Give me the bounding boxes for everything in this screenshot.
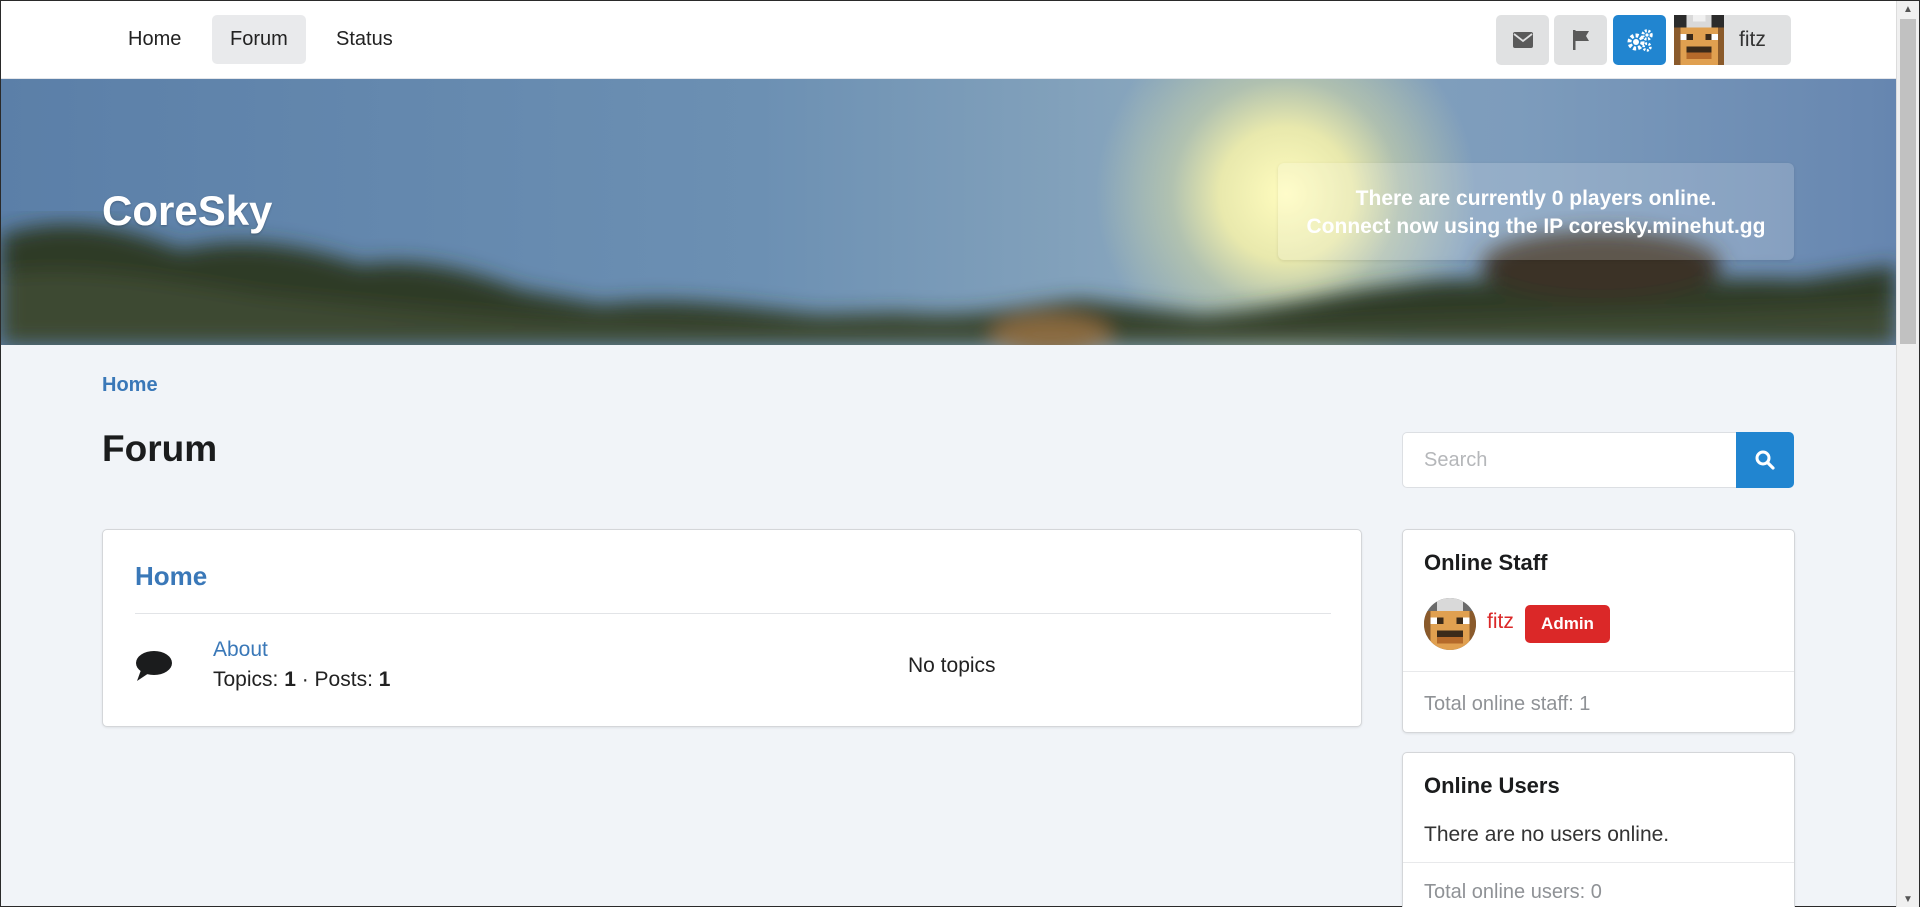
divider xyxy=(1403,671,1794,672)
subforum-link-about[interactable]: About xyxy=(213,638,268,662)
staff-total-text: Total online staff: 1 xyxy=(1424,693,1591,715)
site-title: CoreSky xyxy=(102,187,273,234)
latest-topic-text: No topics xyxy=(908,654,996,677)
breadcrumb-home-link[interactable]: Home xyxy=(102,374,158,397)
online-staff-card: Online Staff fitz Admin Total online sta… xyxy=(1402,529,1795,733)
online-users-card: Online Users There are no users online. … xyxy=(1402,752,1795,907)
posts-count: 1 xyxy=(378,668,391,691)
nav-forum-link[interactable]: Forum xyxy=(212,15,306,64)
user-name: fitz xyxy=(1739,28,1766,51)
cogs-icon xyxy=(1627,29,1653,52)
search-input[interactable] xyxy=(1402,432,1736,488)
nav-home-link[interactable]: Home xyxy=(110,15,199,64)
posts-label: · Posts: xyxy=(295,668,379,691)
online-users-title: Online Users xyxy=(1424,773,1560,798)
server-status-box: There are currently 0 players online. Co… xyxy=(1278,163,1794,260)
envelope-icon xyxy=(1512,32,1533,48)
topics-count: 1 xyxy=(284,668,296,691)
category-title-link[interactable]: Home xyxy=(135,561,207,592)
scroll-up-arrow-icon[interactable]: ▲ xyxy=(1897,1,1919,18)
staff-name-link[interactable]: fitz xyxy=(1487,610,1514,634)
user-avatar xyxy=(1674,15,1724,65)
flag-icon xyxy=(1572,30,1589,50)
subforum-stats: Topics: 1 · Posts: 1 xyxy=(213,668,390,692)
panel-settings-button[interactable] xyxy=(1613,15,1666,65)
comment-icon xyxy=(136,651,172,681)
top-navbar: Home Forum Status xyxy=(1,1,1896,79)
scroll-down-arrow-icon[interactable]: ▼ xyxy=(1897,891,1919,907)
nav-status-link[interactable]: Status xyxy=(318,15,411,64)
server-ip-text: Connect now using the IP coresky.minehut… xyxy=(1306,215,1766,238)
header-banner: CoreSky There are currently 0 players on… xyxy=(1,79,1896,345)
page-scrollbar[interactable]: ▲ ▼ xyxy=(1896,1,1919,907)
alerts-button[interactable] xyxy=(1554,15,1607,65)
forum-search xyxy=(1402,432,1794,488)
scrollbar-thumb[interactable] xyxy=(1900,19,1916,344)
divider xyxy=(1403,862,1794,863)
online-staff-title: Online Staff xyxy=(1424,550,1548,575)
divider xyxy=(135,613,1331,614)
search-icon xyxy=(1755,450,1775,470)
players-online-text: There are currently 0 players online. xyxy=(1355,187,1717,210)
search-button[interactable] xyxy=(1736,432,1794,488)
forum-category-card: Home About Topics: 1 · Posts: 1 No topic… xyxy=(102,529,1362,727)
no-users-text: There are no users online. xyxy=(1424,823,1670,846)
users-total-text: Total online users: 0 xyxy=(1424,881,1602,903)
user-menu-button[interactable]: fitz xyxy=(1674,15,1791,65)
admin-badge: Admin xyxy=(1525,605,1610,643)
topics-label: Topics: xyxy=(213,668,285,691)
messages-button[interactable] xyxy=(1496,15,1549,65)
page-title: Forum xyxy=(102,428,218,469)
staff-avatar[interactable] xyxy=(1424,598,1476,650)
